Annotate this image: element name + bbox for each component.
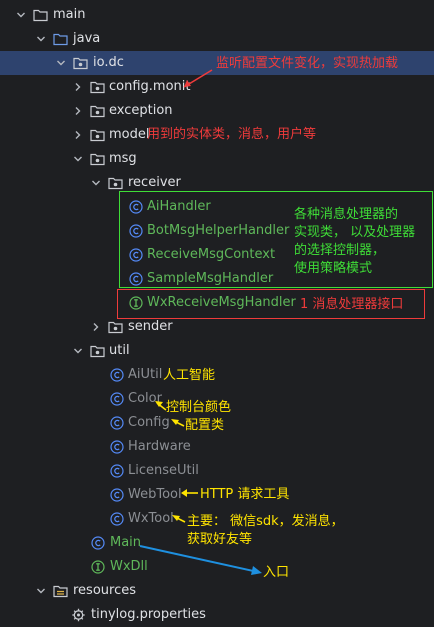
annotation-config: 配置类 bbox=[185, 418, 225, 433]
tree-row-exception[interactable]: exception bbox=[0, 99, 434, 123]
tree-label: Config bbox=[128, 415, 170, 430]
resources-folder-icon bbox=[53, 584, 68, 598]
chevron-down-icon[interactable] bbox=[16, 10, 26, 20]
folder-icon bbox=[33, 8, 48, 22]
tree-label: Hardware bbox=[128, 439, 191, 454]
tree-label: WxTool bbox=[128, 511, 174, 526]
interface-icon bbox=[91, 560, 105, 574]
annotation-handlers-line: 使用策略模式 bbox=[294, 261, 373, 276]
package-icon bbox=[90, 344, 105, 358]
tree-row-config-monit[interactable]: config.monit bbox=[0, 75, 434, 99]
tree-label: util bbox=[109, 343, 130, 358]
chevron-down-icon[interactable] bbox=[36, 34, 46, 44]
chevron-right-icon[interactable] bbox=[73, 106, 83, 116]
tree-label: exception bbox=[109, 103, 173, 118]
package-icon bbox=[90, 152, 105, 166]
annotation-web-tool: HTTP 请求工具 bbox=[200, 487, 290, 502]
tree-label: Main bbox=[110, 535, 142, 550]
annotation-handlers-line: 实现类， 以及处理器 bbox=[294, 225, 416, 240]
chevron-right-icon[interactable] bbox=[91, 322, 101, 332]
source-folder-icon bbox=[53, 32, 68, 46]
class-icon bbox=[110, 464, 124, 478]
package-icon bbox=[73, 56, 88, 70]
annotation-wx-tool-line: 主要： 微信sdk，发消息， bbox=[187, 514, 344, 529]
annotation-config-monit: 监听配置文件变化，实现热加载 bbox=[216, 56, 399, 71]
tree-row-util[interactable]: util bbox=[0, 339, 434, 363]
tree-label: msg bbox=[109, 151, 137, 166]
package-icon bbox=[90, 104, 105, 118]
class-icon bbox=[110, 512, 124, 526]
tree-row-main[interactable]: main bbox=[0, 3, 434, 27]
tree-row-tinylog-properties[interactable]: tinylog.properties bbox=[0, 603, 434, 627]
tree-label: io.dc bbox=[93, 55, 124, 70]
tree-label: tinylog.properties bbox=[91, 607, 206, 622]
tree-label: AiUtil bbox=[128, 367, 163, 382]
package-icon bbox=[108, 320, 123, 334]
tree-label: config.monit bbox=[109, 79, 191, 94]
gear-icon bbox=[71, 608, 86, 622]
annotation-color: 控制台颜色 bbox=[166, 400, 232, 415]
annotation-wx-tool-line: 获取好友等 bbox=[187, 532, 253, 547]
tree-label: Color bbox=[128, 391, 162, 406]
tree-label: receiver bbox=[128, 175, 181, 190]
tree-row-msg[interactable]: msg bbox=[0, 147, 434, 171]
package-icon bbox=[108, 176, 123, 190]
annotation-main: 入口 bbox=[263, 565, 290, 580]
tree-row-java[interactable]: java bbox=[0, 27, 434, 51]
tree-label: resources bbox=[73, 583, 137, 598]
tree-label: WxDll bbox=[110, 559, 148, 574]
package-icon bbox=[90, 80, 105, 94]
tree-label: LicenseUtil bbox=[128, 463, 199, 478]
tree-label: java bbox=[73, 31, 101, 46]
tree-label: main bbox=[53, 7, 86, 22]
annotation-handlers-line: 各种消息处理器的 bbox=[294, 207, 399, 222]
annotation-interface: 1 消息处理器接口 bbox=[300, 297, 404, 312]
chevron-down-icon[interactable] bbox=[91, 178, 101, 188]
chevron-right-icon[interactable] bbox=[73, 82, 83, 92]
tree-label: model bbox=[109, 127, 150, 142]
chevron-down-icon[interactable] bbox=[56, 58, 66, 68]
class-icon bbox=[110, 416, 124, 430]
tree-label: sender bbox=[128, 319, 173, 334]
annotation-model: 用到的实体类，消息，用户等 bbox=[147, 127, 317, 142]
package-icon bbox=[90, 128, 105, 142]
chevron-down-icon[interactable] bbox=[73, 154, 83, 164]
tree-row-license-util[interactable]: LicenseUtil bbox=[0, 459, 434, 483]
tree-label: WebTool bbox=[128, 487, 182, 502]
annotation-ai-util: 人工智能 bbox=[163, 368, 216, 383]
tree-row-resources[interactable]: resources bbox=[0, 579, 434, 603]
class-icon bbox=[110, 440, 124, 454]
class-icon bbox=[110, 368, 124, 382]
tree-row-ai-util[interactable]: AiUtil bbox=[0, 363, 434, 387]
class-icon bbox=[91, 536, 105, 550]
class-icon bbox=[110, 488, 124, 502]
tree-row-hardware[interactable]: Hardware bbox=[0, 435, 434, 459]
chevron-down-icon[interactable] bbox=[73, 346, 83, 356]
tree-row-wx-dll[interactable]: WxDll bbox=[0, 555, 434, 579]
chevron-down-icon[interactable] bbox=[36, 586, 46, 596]
annotation-handlers-line: 的选择控制器， bbox=[294, 243, 386, 258]
class-icon bbox=[110, 392, 124, 406]
chevron-right-icon[interactable] bbox=[73, 130, 83, 140]
